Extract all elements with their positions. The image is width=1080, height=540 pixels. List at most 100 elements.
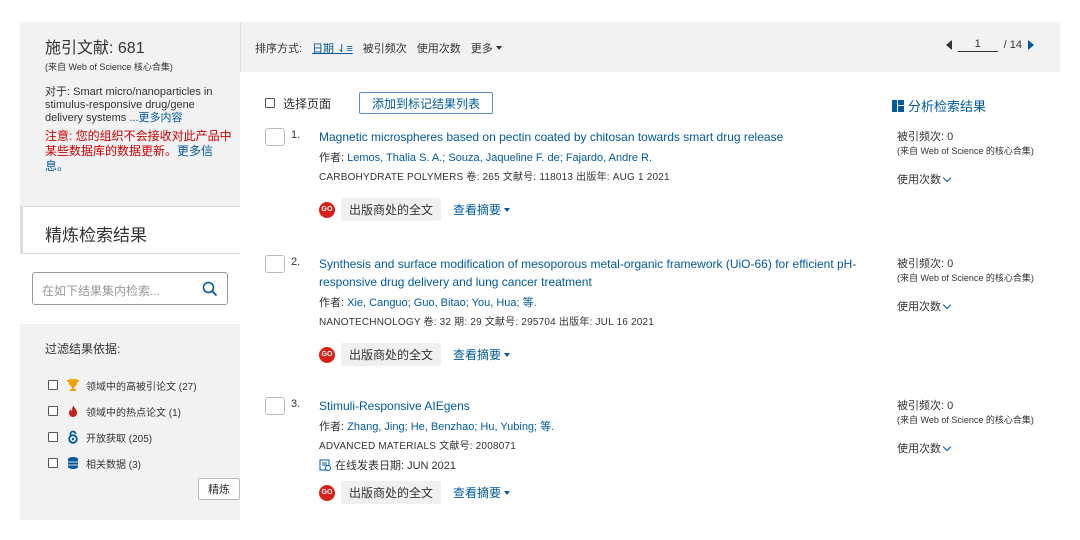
analyze-results-link[interactable]: 分析检索结果 (892, 96, 986, 115)
sort-desc-icon: ⇃≡ (337, 43, 353, 55)
filter-checkbox[interactable] (48, 432, 58, 442)
view-abstract-toggle[interactable]: 查看摘要 (453, 484, 511, 501)
sort-date-label: 日期 (312, 43, 335, 55)
database-icon (66, 456, 80, 470)
author-prefix: 作者: (319, 297, 345, 309)
citing-source-note: (来自 Web of Science 核心合集) (45, 62, 173, 72)
analyze-label: 分析检索结果 (908, 99, 987, 114)
filter-checkbox[interactable] (48, 406, 58, 416)
add-to-marked-list-button[interactable]: 添加到标记结果列表 (359, 92, 494, 114)
filter-open-access[interactable]: 开放获取 (205) (48, 424, 197, 450)
view-abstract-toggle[interactable]: 查看摘要 (453, 346, 511, 363)
results-toolbar: 排序方式: 日期 ⇃≡ 被引频次 使用次数 更多 1 / 14 (240, 22, 1060, 72)
times-cited-source: (来自 Web of Science 的核心合集) (897, 415, 1034, 425)
filter-list: 领域中的高被引论文 (27) 领域中的热点论文 (1) 开放获取 (205) 相… (48, 372, 197, 476)
record-metrics: 被引频次: 0 (来自 Web of Science 的核心合集) 使用次数 (897, 255, 1037, 314)
record-body: Magnetic microspheres based on pectin co… (319, 128, 859, 221)
sort-usage-count[interactable]: 使用次数 (417, 40, 461, 56)
online-date: 在线发表日期: JUN 2021 (319, 457, 859, 473)
abstract-label: 查看摘要 (453, 486, 502, 500)
search-within-input[interactable]: 在如下结果集内检索... (32, 272, 228, 305)
select-row: 选择页面 添加到标记结果列表 (265, 92, 494, 114)
filter-label: 开放获取 (205) (86, 433, 153, 445)
filter-label: 领域中的高被引论文 (27) (86, 381, 197, 393)
filter-hot-paper[interactable]: 领域中的热点论文 (1) (48, 398, 197, 424)
record-checkbox[interactable] (265, 255, 285, 273)
prev-page-icon[interactable] (945, 40, 952, 50)
record-authors: 作者: Lemos, Thalia S. A.; Souza, Jaquelin… (319, 150, 859, 166)
sidebar: 施引文献: 681 (来自 Web of Science 核心合集) 对于: S… (20, 22, 240, 520)
record-number: 2. (291, 256, 301, 268)
page-total: / 14 (1003, 39, 1022, 51)
caret-down-icon (504, 490, 511, 495)
filter-checkbox[interactable] (48, 380, 58, 390)
sort-more[interactable]: 更多 (471, 40, 502, 56)
citing-header: 施引文献: 681 (来自 Web of Science 核心合集) (20, 22, 240, 80)
record-metrics: 被引频次: 0 (来自 Web of Science 的核心合集) 使用次数 (897, 397, 1037, 456)
record-source: NANOTECHNOLOGY 卷: 32 期: 29 文献号: 295704 出… (319, 317, 655, 328)
usage-label: 使用次数 (897, 443, 941, 455)
caret-down-icon (504, 207, 511, 212)
record-checkbox[interactable] (265, 128, 285, 146)
open-access-icon (66, 430, 80, 444)
record-actions: GO 出版商处的全文 查看摘要 (319, 481, 859, 504)
record-title-link[interactable]: Magnetic microspheres based on pectin co… (319, 128, 859, 146)
next-page-icon[interactable] (1028, 40, 1034, 50)
full-text-button[interactable]: 出版商处的全文 (341, 198, 442, 221)
page-number-input[interactable]: 1 (957, 38, 998, 52)
usage-count-toggle[interactable]: 使用次数 (897, 171, 1037, 187)
select-page-label: 选择页面 (283, 96, 332, 111)
author-links[interactable]: Zhang, Jing; He, Benzhao; Hu, Yubing; 等. (347, 421, 554, 433)
abstract-label: 查看摘要 (453, 348, 502, 362)
view-abstract-toggle[interactable]: 查看摘要 (453, 201, 511, 218)
filter-title: 过滤结果依据: (45, 342, 121, 356)
sort-times-cited[interactable]: 被引频次 (363, 40, 407, 56)
record-number: 1. (291, 129, 301, 141)
filter-highly-cited[interactable]: 领域中的高被引论文 (27) (48, 372, 197, 398)
filter-associated-data[interactable]: 相关数据 (3) (48, 450, 197, 476)
record-body: Stimuli-Responsive AIEgens 作者: Zhang, Ji… (319, 397, 859, 504)
filter-label: 相关数据 (3) (86, 459, 141, 471)
author-prefix: 作者: (319, 152, 345, 164)
refine-title: 精炼检索结果 (45, 226, 147, 245)
go-icon[interactable]: GO (319, 346, 335, 363)
sort-date[interactable]: 日期 ⇃≡ (312, 40, 353, 56)
chevron-down-icon (942, 442, 952, 451)
search-icon[interactable] (202, 281, 218, 297)
record-actions: GO 出版商处的全文 查看摘要 (319, 343, 859, 366)
refine-button[interactable]: 精炼 (198, 478, 240, 500)
record-body: Synthesis and surface modification of me… (319, 255, 859, 366)
record-title-link[interactable]: Stimuli-Responsive AIEgens (319, 397, 859, 415)
chevron-down-icon (942, 173, 952, 182)
record-authors: 作者: Xie, Canguo; Guo, Bitao; You, Hua; 等… (319, 295, 859, 311)
trophy-icon (66, 378, 80, 392)
chevron-down-icon (942, 300, 952, 309)
abstract-label: 查看摘要 (453, 203, 502, 217)
sort-options: 排序方式: 日期 ⇃≡ 被引频次 使用次数 更多 (255, 40, 502, 56)
times-cited: 被引频次: 0 (897, 400, 954, 412)
record-authors: 作者: Zhang, Jing; He, Benzhao; Hu, Yubing… (319, 419, 859, 435)
go-icon[interactable]: GO (319, 484, 335, 501)
full-text-button[interactable]: 出版商处的全文 (341, 481, 442, 504)
go-icon[interactable]: GO (319, 201, 335, 218)
refine-header: 精炼检索结果 (20, 206, 240, 254)
query-text: 对于: Smart micro/nanoparticles in stimulu… (20, 80, 240, 125)
record-checkbox[interactable] (265, 397, 285, 415)
full-text-button[interactable]: 出版商处的全文 (341, 343, 442, 366)
record-number: 3. (291, 398, 301, 410)
calendar-icon (319, 459, 331, 471)
query-more-link[interactable]: ...更多内容 (129, 112, 182, 124)
author-links[interactable]: Xie, Canguo; Guo, Bitao; You, Hua; 等. (347, 297, 537, 309)
online-date-text: 在线发表日期: JUN 2021 (335, 460, 457, 472)
author-links[interactable]: Lemos, Thalia S. A.; Souza, Jaqueline F.… (347, 152, 652, 164)
filter-checkbox[interactable] (48, 458, 58, 468)
select-page-checkbox[interactable] (265, 98, 275, 108)
author-prefix: 作者: (319, 421, 345, 433)
caret-down-icon (495, 46, 502, 50)
usage-count-toggle[interactable]: 使用次数 (897, 440, 1037, 456)
record-title-link[interactable]: Synthesis and surface modification of me… (319, 255, 859, 291)
usage-label: 使用次数 (897, 301, 941, 313)
data-update-warning: 注意: 您的组织不会接收对此产品中某些数据库的数据更新。更多信息。 (20, 125, 240, 174)
usage-count-toggle[interactable]: 使用次数 (897, 298, 1037, 314)
citing-title: 施引文献: 681 (45, 40, 145, 57)
